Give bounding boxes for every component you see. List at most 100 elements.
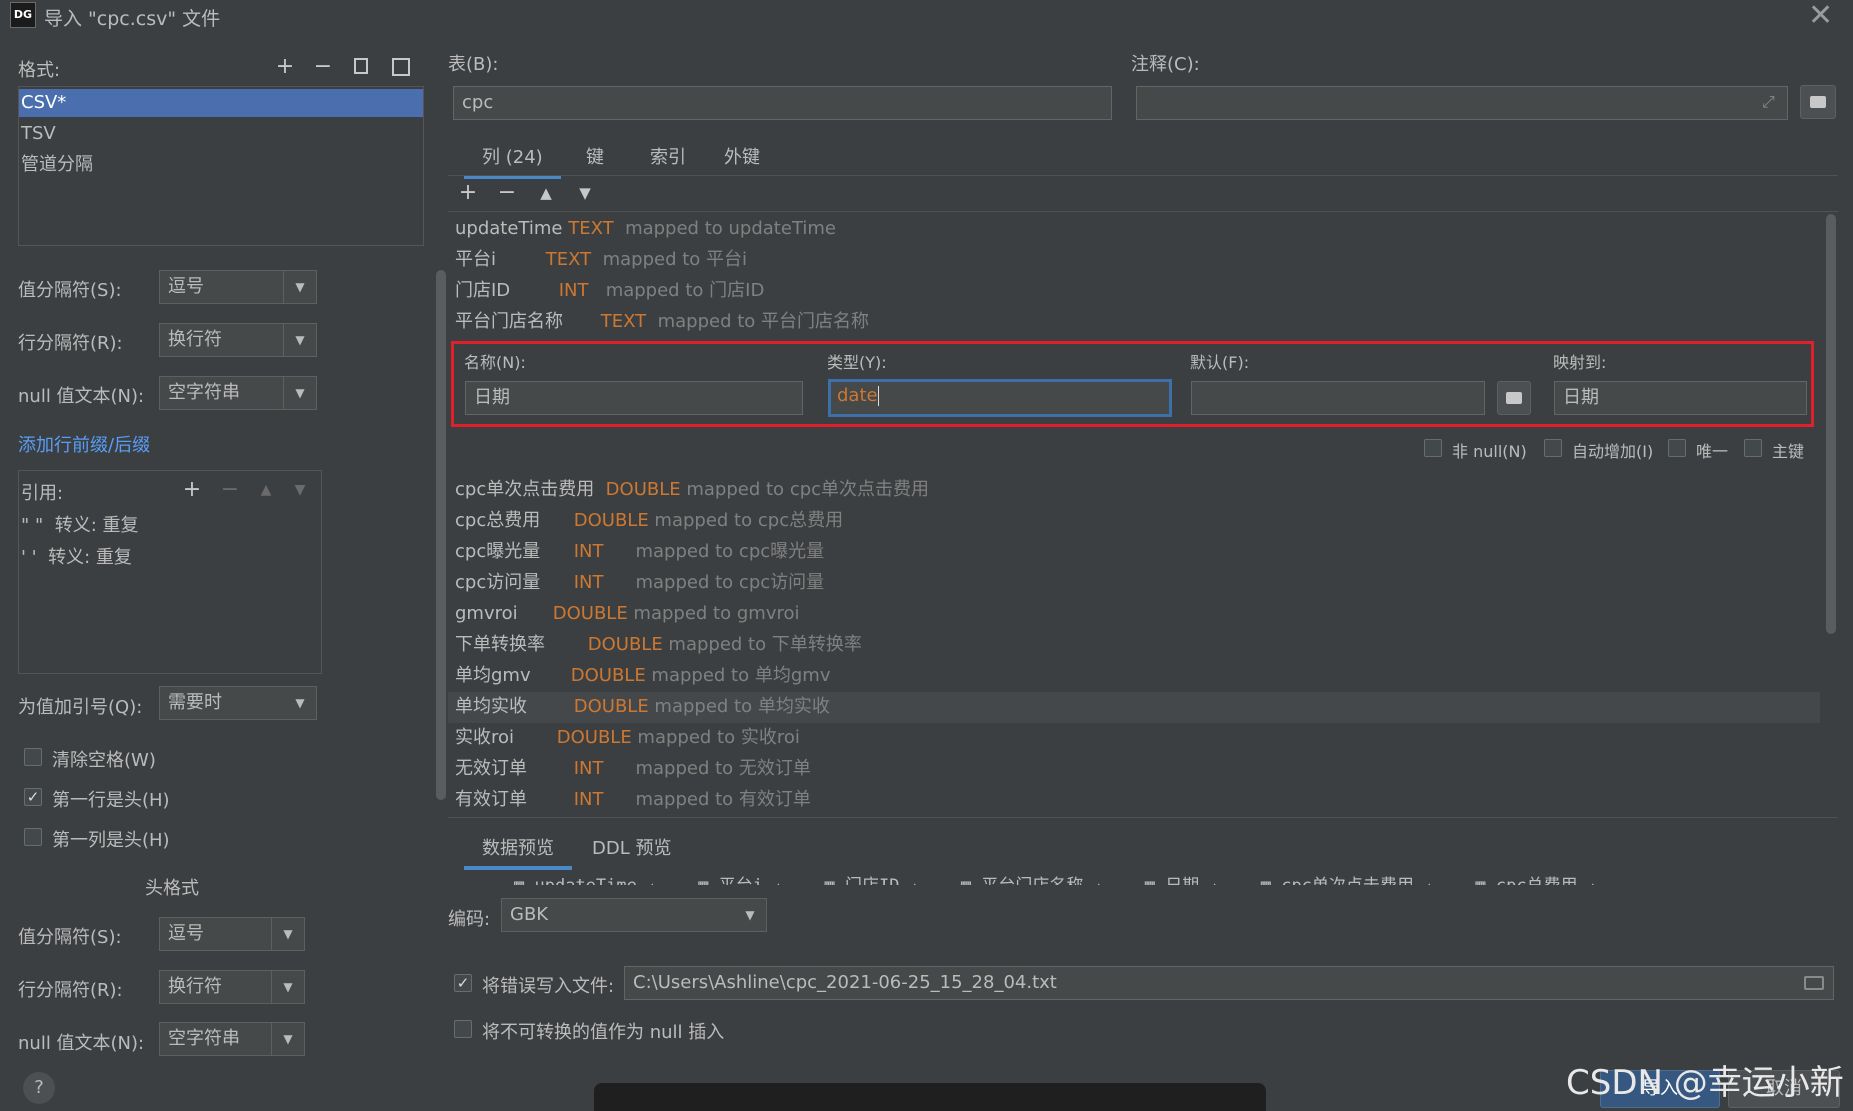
format-item-pipe[interactable]: 管道分隔 bbox=[19, 151, 423, 179]
add-column-icon[interactable]: + bbox=[455, 182, 481, 204]
add-prefix-link[interactable]: 添加行前缀/后缀 bbox=[18, 431, 150, 457]
first-col-header-checkbox[interactable] bbox=[24, 828, 42, 846]
column-map-input[interactable]: 日期 bbox=[1554, 381, 1807, 415]
column-target: 无效订单 bbox=[738, 758, 811, 779]
table-icon: ▦ bbox=[1475, 876, 1485, 885]
auto-increment-label: 自动增加(I) bbox=[1572, 442, 1654, 461]
column-row[interactable]: 门店ID INT mapped to 门店ID bbox=[455, 278, 764, 304]
column-row[interactable]: 下单转换率 DOUBLE mapped to 下单转换率 bbox=[455, 632, 862, 658]
header-format-title: 头格式 bbox=[145, 878, 199, 899]
format-item-csv[interactable]: CSV* bbox=[19, 89, 423, 117]
primary-key-checkbox[interactable] bbox=[1744, 439, 1762, 457]
add-format-icon[interactable]: + bbox=[272, 56, 298, 78]
auto-increment-checkbox[interactable] bbox=[1544, 439, 1562, 457]
column-row[interactable]: 无效订单 INT mapped to 无效订单 bbox=[455, 756, 811, 782]
encoding-label: 编码: bbox=[448, 909, 491, 930]
preview-col-header[interactable]: 平台门店名称 bbox=[981, 876, 1083, 885]
preview-col-header[interactable]: updateTime bbox=[535, 876, 637, 885]
first-row-header-checkbox[interactable]: ✓ bbox=[24, 788, 42, 806]
mapped-word: mapped to bbox=[654, 510, 753, 531]
save-format-icon[interactable] bbox=[392, 58, 410, 76]
column-target: 有效订单 bbox=[738, 789, 811, 810]
encoding-select[interactable]: GBK ▼ bbox=[501, 898, 767, 932]
quote-row[interactable]: " " 转义: 重复 bbox=[21, 511, 139, 537]
column-row[interactable]: 有效订单 INT mapped to 有效订单 bbox=[455, 787, 811, 813]
header-value-sep-select[interactable]: 逗号 ▼ bbox=[159, 917, 305, 951]
table-icon: ▦ bbox=[1145, 876, 1155, 885]
chevron-down-icon: ▼ bbox=[271, 918, 304, 950]
preview-col-header[interactable]: cpc总费用 bbox=[1496, 876, 1578, 885]
null-insert-checkbox[interactable] bbox=[454, 1020, 472, 1038]
quote-values-select[interactable]: 需要时 ▼ bbox=[159, 686, 317, 720]
panel-splitter[interactable] bbox=[436, 270, 446, 800]
unique-checkbox[interactable] bbox=[1668, 439, 1686, 457]
add-quote-icon[interactable]: + bbox=[179, 479, 205, 501]
list-divider bbox=[448, 817, 1838, 818]
null-text-select[interactable]: 空字符串 ▼ bbox=[159, 376, 317, 410]
default-edit-button[interactable] bbox=[1497, 381, 1531, 415]
quote-label: 引用: bbox=[21, 483, 64, 504]
column-type-input[interactable]: date bbox=[828, 379, 1172, 417]
preview-col-header[interactable]: cpc单次点击费用 bbox=[1281, 876, 1414, 885]
column-default-input[interactable] bbox=[1191, 381, 1485, 415]
column-row[interactable]: cpc单次点击费用 DOUBLE mapped to cpc单次点击费用 bbox=[455, 477, 929, 503]
mapped-word: mapped to bbox=[635, 789, 734, 810]
mapped-word: mapped to bbox=[605, 280, 704, 301]
tab-data-preview[interactable]: 数据预览 bbox=[464, 834, 572, 870]
header-null-text-select[interactable]: 空字符串 ▼ bbox=[159, 1022, 305, 1056]
column-name: 下单转换率 bbox=[455, 634, 545, 655]
table-name-input[interactable]: cpc bbox=[453, 86, 1112, 120]
column-row[interactable]: cpc访问量 INT mapped to cpc访问量 bbox=[455, 570, 824, 596]
columns-scrollbar[interactable] bbox=[1826, 214, 1836, 634]
header-value-sep-label: 值分隔符(S): bbox=[18, 927, 122, 948]
column-target: 实收roi bbox=[740, 727, 800, 748]
value-sep-select[interactable]: 逗号 ▼ bbox=[159, 270, 317, 304]
comment-edit-button[interactable] bbox=[1800, 85, 1836, 119]
quote-row[interactable]: ' ' 转义: 重复 bbox=[21, 543, 132, 569]
header-row-sep-select[interactable]: 换行符 ▼ bbox=[159, 970, 305, 1004]
column-row[interactable]: 单均gmv DOUBLE mapped to 单均gmv bbox=[455, 663, 831, 689]
mapped-word: mapped to bbox=[657, 311, 756, 332]
column-row[interactable]: cpc总费用 DOUBLE mapped to cpc总费用 bbox=[455, 508, 843, 534]
tab-indexes[interactable]: 索引 bbox=[650, 143, 686, 169]
preview-col-header[interactable]: 日期 bbox=[1165, 876, 1199, 885]
column-row[interactable]: 实收roi DOUBLE mapped to 实收roi bbox=[455, 725, 800, 751]
write-errors-checkbox[interactable]: ✓ bbox=[454, 974, 472, 992]
column-row[interactable]: gmvroi DOUBLE mapped to gmvroi bbox=[455, 601, 800, 627]
folder-icon[interactable] bbox=[1804, 976, 1824, 990]
column-name: cpc总费用 bbox=[455, 510, 541, 531]
help-icon[interactable]: ? bbox=[23, 1072, 55, 1104]
preview-col-header[interactable]: 门店ID bbox=[845, 876, 899, 885]
column-name-input[interactable]: 日期 bbox=[465, 381, 803, 415]
chevron-down-icon: ▼ bbox=[271, 971, 304, 1003]
tab-foreign-keys[interactable]: 外键 bbox=[724, 143, 760, 169]
row-sep-select[interactable]: 换行符 ▼ bbox=[159, 323, 317, 357]
tab-columns[interactable]: 列 (24) bbox=[464, 143, 561, 179]
move-column-up-icon[interactable]: ▲ bbox=[533, 182, 559, 204]
column-row[interactable]: 平台门店名称 TEXT mapped to 平台门店名称 bbox=[455, 309, 869, 335]
table-icon: ▦ bbox=[824, 876, 834, 885]
tab-keys[interactable]: 键 bbox=[586, 143, 604, 169]
expand-icon[interactable]: ⤢ bbox=[1762, 92, 1775, 112]
tab-ddl-preview[interactable]: DDL 预览 bbox=[592, 834, 671, 860]
column-row[interactable]: cpc曝光量 INT mapped to cpc曝光量 bbox=[455, 539, 824, 565]
format-item-tsv[interactable]: TSV bbox=[19, 120, 423, 148]
move-column-down-icon[interactable]: ▼ bbox=[572, 182, 598, 204]
trim-checkbox[interactable] bbox=[24, 748, 42, 766]
column-type: DOUBLE bbox=[552, 603, 628, 624]
remove-column-icon[interactable]: − bbox=[494, 182, 520, 204]
comment-input[interactable] bbox=[1136, 86, 1788, 120]
column-row[interactable]: 平台i TEXT mapped to 平台i bbox=[455, 247, 747, 273]
close-icon[interactable]: ✕ bbox=[1808, 0, 1833, 33]
not-null-checkbox[interactable] bbox=[1424, 439, 1442, 457]
encoding-value: GBK bbox=[510, 904, 549, 925]
column-row[interactable]: updateTime TEXT mapped to updateTime bbox=[455, 216, 836, 242]
preview-col-header[interactable]: 平台i bbox=[719, 876, 763, 885]
error-file-input[interactable]: C:\Users\Ashline\cpc_2021-06-25_15_28_04… bbox=[624, 966, 1834, 1000]
mapped-word: mapped to bbox=[635, 541, 734, 562]
column-name: 无效订单 bbox=[455, 758, 527, 779]
copy-format-icon[interactable] bbox=[354, 58, 368, 74]
move-down-icon: ▼ bbox=[294, 482, 306, 498]
remove-format-icon[interactable]: − bbox=[310, 56, 336, 78]
column-row[interactable]: 单均实收 DOUBLE mapped to 单均实收 bbox=[455, 694, 830, 720]
